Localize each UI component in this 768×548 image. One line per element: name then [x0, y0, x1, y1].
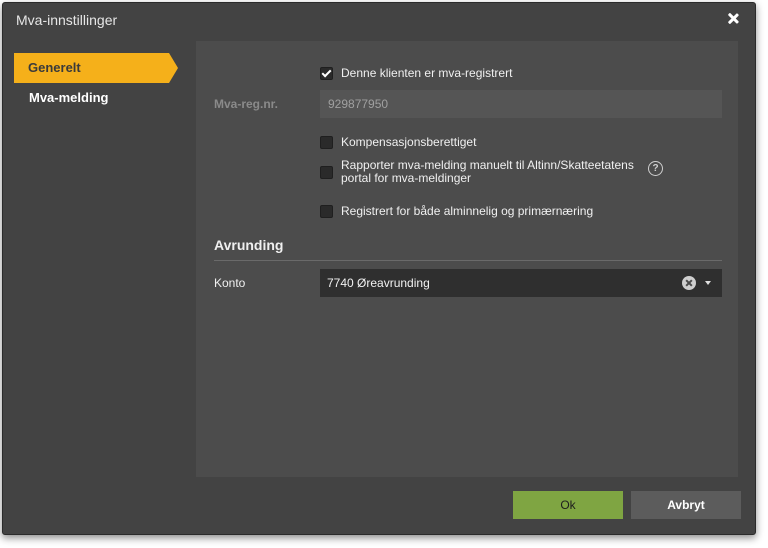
compensation-row: Kompensasjonsberettiget [320, 136, 476, 149]
dual-registration-checkbox[interactable] [320, 205, 333, 218]
manual-report-label: Rapporter mva-melding manuelt til Altinn… [341, 159, 634, 185]
chevron-down-icon[interactable] [705, 281, 711, 285]
settings-sidebar: Generelt Mva-melding [3, 53, 183, 113]
account-select[interactable]: 7740 Øreavrunding [320, 269, 722, 297]
mva-settings-dialog: Mva-innstillinger Generelt Mva-melding D… [2, 2, 756, 535]
account-label: Konto [214, 276, 246, 290]
manual-report-checkbox[interactable] [320, 165, 333, 179]
sidebar-item-label: Mva-melding [29, 90, 109, 105]
dialog-title: Mva-innstillinger [16, 12, 118, 28]
close-icon[interactable] [725, 11, 741, 27]
clear-icon[interactable] [682, 276, 696, 290]
sidebar-item-label: Generelt [28, 60, 81, 75]
mva-registered-row: Denne klienten er mva-registrert [320, 67, 512, 80]
mva-reg-nr-label: Mva-reg.nr. [214, 97, 279, 111]
mva-registered-label: Denne klienten er mva-registrert [341, 66, 513, 80]
mva-reg-nr-input[interactable]: 929877950 [320, 90, 722, 118]
help-icon[interactable]: ? [648, 161, 663, 176]
cancel-button[interactable]: Avbryt [631, 491, 741, 519]
settings-content: Denne klienten er mva-registrert Mva-reg… [196, 41, 738, 477]
dual-registration-row: Registrert for både alminnelig og primær… [320, 205, 593, 218]
sidebar-item-generelt[interactable]: Generelt [14, 53, 178, 83]
sidebar-item-mva-melding[interactable]: Mva-melding [3, 83, 183, 113]
manual-report-row: Rapporter mva-melding manuelt til Altinn… [320, 159, 634, 185]
ok-button[interactable]: Ok [513, 491, 623, 519]
rounding-section-title: Avrunding [214, 237, 284, 253]
section-divider [214, 260, 722, 261]
dual-registration-label: Registrert for både alminnelig og primær… [341, 204, 594, 218]
mva-registered-checkbox[interactable] [320, 67, 333, 80]
compensation-checkbox[interactable] [320, 136, 333, 149]
compensation-label: Kompensasjonsberettiget [341, 135, 477, 149]
account-select-value: 7740 Øreavrunding [327, 276, 430, 290]
manual-report-label-line1: Rapporter mva-melding manuelt til Altinn… [341, 158, 634, 172]
dialog-titlebar: Mva-innstillinger [3, 3, 755, 37]
manual-report-label-line2: portal for mva-meldinger [341, 171, 472, 185]
